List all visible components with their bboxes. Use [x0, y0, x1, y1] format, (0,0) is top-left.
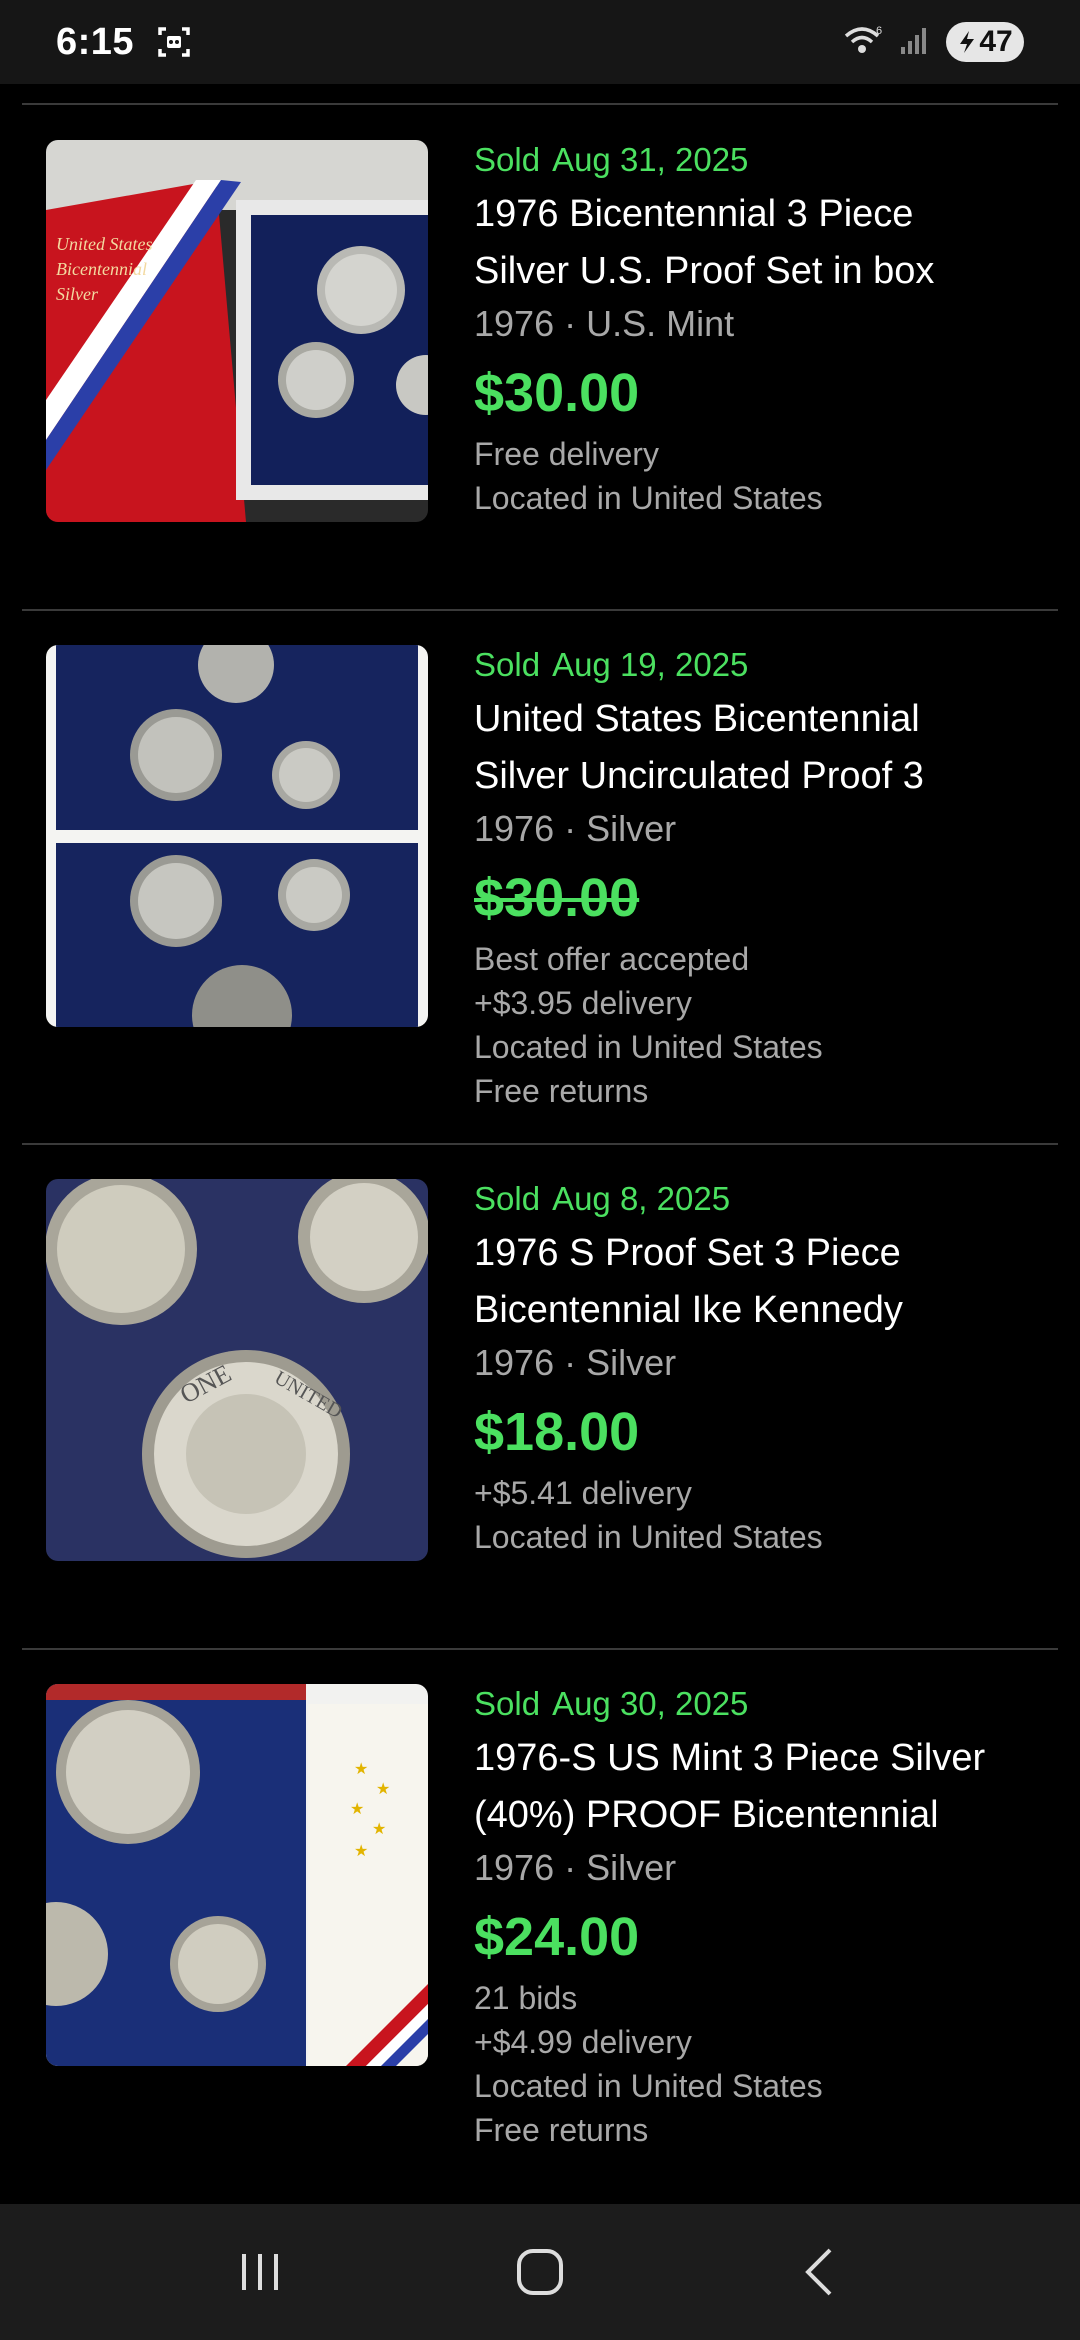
- title-line: 1976 S Proof Set 3 Piece: [474, 1232, 901, 1274]
- svg-text:★: ★: [354, 1761, 368, 1778]
- listing-detail: Free returns: [474, 2112, 649, 2148]
- listing-subtitle: 1976 · Silver: [474, 1342, 677, 1383]
- listing-title[interactable]: 1976 S Proof Set 3 Piece Bicentennial Ik…: [474, 1225, 1040, 1339]
- listing-price: $24.00: [474, 1907, 640, 1967]
- listing-detail: +$3.95 delivery: [474, 985, 692, 1021]
- listing-subtitle: 1976 · Silver: [474, 808, 677, 849]
- status-bar: 6:15 6 47: [0, 0, 1080, 84]
- sold-date-value: Aug 30, 2025: [552, 1685, 749, 1722]
- listing-title[interactable]: United States Bicentennial Silver Uncirc…: [474, 691, 1040, 805]
- wifi-icon: 6: [844, 24, 884, 61]
- system-nav-bar: [0, 2204, 1080, 2340]
- title-line: 1976 Bicentennial 3 Piece: [474, 193, 914, 235]
- listing-price: $30.00: [474, 868, 640, 928]
- listing-price: $30.00: [474, 363, 640, 423]
- listing-detail: Free delivery: [474, 436, 659, 472]
- sold-date-value: Aug 8, 2025: [552, 1180, 731, 1217]
- title-line: United States Bicentennial: [474, 698, 920, 740]
- title-line: Silver Uncirculated Proof 3: [474, 755, 924, 797]
- svg-text:★: ★: [354, 1843, 368, 1860]
- back-icon[interactable]: [780, 2232, 860, 2312]
- battery-icon: 47: [946, 22, 1024, 62]
- listing-image[interactable]: ★ ★ ★ ★ ★: [46, 1684, 428, 2066]
- svg-text:United States: United States: [56, 234, 153, 254]
- listing-detail: Best offer accepted: [474, 941, 750, 977]
- sold-date-value: Aug 31, 2025: [552, 141, 749, 178]
- listing-title[interactable]: 1976 Bicentennial 3 Piece Silver U.S. Pr…: [474, 186, 1040, 300]
- listing-title[interactable]: 1976-S US Mint 3 Piece Silver (40%) PROO…: [474, 1730, 1040, 1844]
- listing-image[interactable]: ONE UNITED: [46, 1179, 428, 1561]
- listing-image[interactable]: United States Bicentennial Silver: [46, 140, 428, 522]
- svg-text:★: ★: [350, 1801, 364, 1818]
- recent-apps-icon[interactable]: [220, 2232, 300, 2312]
- svg-text:★: ★: [376, 1781, 390, 1798]
- listing-detail: 21 bids: [474, 1980, 578, 2016]
- sold-date: Sold Aug 8, 2025: [474, 1179, 1040, 1219]
- signal-icon: [900, 25, 930, 60]
- sold-label: Sold: [474, 1180, 541, 1217]
- listing-detail: Free returns: [474, 1073, 649, 1109]
- listing-detail: +$4.99 delivery: [474, 2024, 692, 2060]
- svg-text:Silver: Silver: [56, 284, 99, 304]
- listing-detail: Located in United States: [474, 1519, 823, 1555]
- listing-subtitle: 1976 · Silver: [474, 1847, 677, 1888]
- sold-label: Sold: [474, 646, 541, 683]
- listing-detail: Located in United States: [474, 2068, 823, 2104]
- listing-price: $18.00: [474, 1402, 640, 1462]
- listing-subtitle: 1976 · U.S. Mint: [474, 303, 735, 344]
- svg-text:6: 6: [876, 25, 882, 37]
- listing-detail: Located in United States: [474, 480, 823, 516]
- listing-image[interactable]: [46, 645, 428, 1027]
- svg-text:★: ★: [372, 1821, 386, 1838]
- divider: [22, 609, 1058, 611]
- sold-date: Sold Aug 19, 2025: [474, 645, 1040, 685]
- sold-date: Sold Aug 31, 2025: [474, 140, 1040, 180]
- divider: [22, 1648, 1058, 1650]
- title-line: 1976-S US Mint 3 Piece Silver: [474, 1737, 986, 1779]
- sold-label: Sold: [474, 141, 541, 178]
- divider: [22, 1143, 1058, 1145]
- sold-date: Sold Aug 30, 2025: [474, 1684, 1040, 1724]
- divider: [22, 103, 1058, 105]
- screen-record-icon: [156, 25, 192, 59]
- title-line: Bicentennial Ike Kennedy: [474, 1289, 903, 1331]
- title-line: Silver U.S. Proof Set in box: [474, 250, 935, 292]
- title-line: (40%) PROOF Bicentennial: [474, 1794, 939, 1836]
- listing-detail: Located in United States: [474, 1029, 823, 1065]
- listing-detail: +$5.41 delivery: [474, 1475, 692, 1511]
- sold-label: Sold: [474, 1685, 541, 1722]
- clock: 6:15: [56, 20, 135, 63]
- sold-date-value: Aug 19, 2025: [552, 646, 749, 683]
- home-icon[interactable]: [500, 2232, 580, 2312]
- svg-text:Bicentennial: Bicentennial: [56, 259, 147, 279]
- battery-level: 47: [979, 25, 1013, 58]
